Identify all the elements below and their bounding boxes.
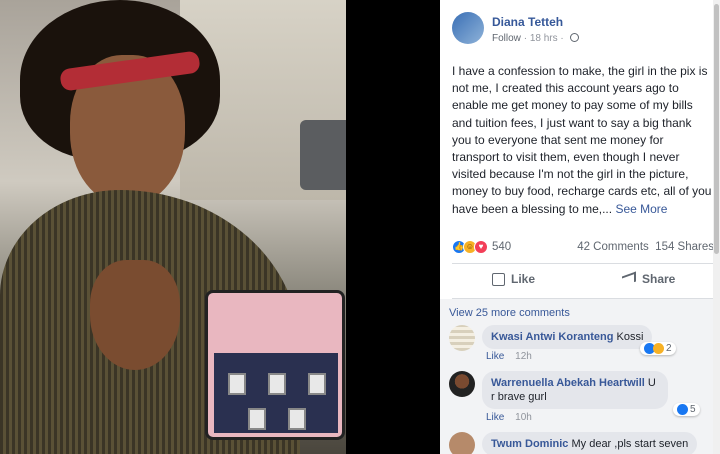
meta-separator: · xyxy=(560,33,564,44)
commenter-avatar[interactable] xyxy=(449,325,475,351)
comment-reactions[interactable]: 5 xyxy=(673,403,700,416)
comment-bubble: Twum Dominic My dear ,pls start seven xyxy=(482,432,698,454)
comment-reactions[interactable]: 2 xyxy=(640,342,676,355)
scrollbar[interactable] xyxy=(713,0,720,454)
post-text: I have a confession to make, the girl in… xyxy=(452,64,712,216)
comment-reaction-count: 2 xyxy=(666,343,672,354)
bag-window xyxy=(268,373,286,395)
reaction-summary: 👍 ☺ ♥ 540 42 Comments 154 Shares xyxy=(452,240,714,256)
bag-window xyxy=(308,373,326,395)
share-button-label: Share xyxy=(642,272,676,286)
reaction-icons[interactable]: 👍 ☺ ♥ xyxy=(452,240,492,255)
globe-icon xyxy=(569,33,579,42)
comment-text: Kossi xyxy=(616,331,644,343)
comment-text: My dear ,pls start seven xyxy=(571,438,689,450)
love-reaction-icon: ♥ xyxy=(474,240,488,254)
commenter-avatar[interactable] xyxy=(449,371,475,397)
commenter-avatar[interactable] xyxy=(449,432,475,454)
share-arrow-icon xyxy=(622,271,636,287)
photo-car xyxy=(300,120,346,190)
share-button[interactable]: Share xyxy=(622,271,676,287)
like-button-label: Like xyxy=(511,272,536,286)
scrollbar-thumb[interactable] xyxy=(714,4,719,254)
post-time[interactable]: 18 hrs xyxy=(530,33,558,44)
commenter-name[interactable]: Twum Dominic xyxy=(491,438,568,450)
comment-time[interactable]: 10h xyxy=(515,412,532,423)
commenter-name[interactable]: Kwasi Antwi Koranteng xyxy=(491,331,613,343)
post-meta: Follow · 18 hrs · xyxy=(492,33,579,44)
shares-count[interactable]: 154 Shares xyxy=(655,241,714,253)
comment-bubble: Warrenuella Abekah Heartwill U r brave g… xyxy=(482,371,668,409)
bag-window xyxy=(228,373,246,395)
post-header: Diana Tetteh Follow · 18 hrs · xyxy=(452,12,712,48)
bag-window xyxy=(288,408,306,430)
comment-bubble: Kwasi Antwi Koranteng Kossi xyxy=(482,325,653,349)
comment-footer: Like 12h xyxy=(486,351,532,362)
post-side-panel: Diana Tetteh Follow · 18 hrs · I have a … xyxy=(440,0,720,454)
comment-like-link[interactable]: Like xyxy=(486,351,504,362)
author-name[interactable]: Diana Tetteh xyxy=(492,15,563,29)
commenter-name[interactable]: Warrenuella Abekah Heartwill xyxy=(491,377,645,389)
photo-neckline xyxy=(90,260,180,370)
action-bar: Like Share xyxy=(452,268,714,294)
author-avatar[interactable] xyxy=(452,12,484,44)
engagement-counts: 42 Comments 154 Shares xyxy=(577,241,714,253)
follow-link[interactable]: Follow xyxy=(492,33,521,44)
post-photo[interactable] xyxy=(0,0,346,454)
haha-reaction-icon xyxy=(653,343,664,354)
comment-time[interactable]: 12h xyxy=(515,351,532,362)
thumbs-up-icon xyxy=(492,272,505,286)
bag-window xyxy=(248,408,266,430)
photo-house-bag xyxy=(205,290,345,440)
view-more-comments-link[interactable]: View 25 more comments xyxy=(449,307,570,319)
meta-separator: · xyxy=(523,33,528,44)
photo-viewer xyxy=(0,0,440,454)
reaction-count[interactable]: 540 xyxy=(492,241,511,253)
post-body: I have a confession to make, the girl in… xyxy=(452,63,714,218)
comments-count[interactable]: 42 Comments xyxy=(577,241,649,253)
comment-footer: Like 10h xyxy=(486,412,532,423)
like-button[interactable]: Like xyxy=(492,272,535,286)
comments-section: View 25 more comments Kwasi Antwi Korant… xyxy=(440,299,720,454)
like-reaction-icon xyxy=(677,404,688,415)
divider xyxy=(452,263,714,264)
comment-reaction-count: 5 xyxy=(690,404,696,415)
see-more-link[interactable]: See More xyxy=(615,202,667,216)
comment-like-link[interactable]: Like xyxy=(486,412,504,423)
